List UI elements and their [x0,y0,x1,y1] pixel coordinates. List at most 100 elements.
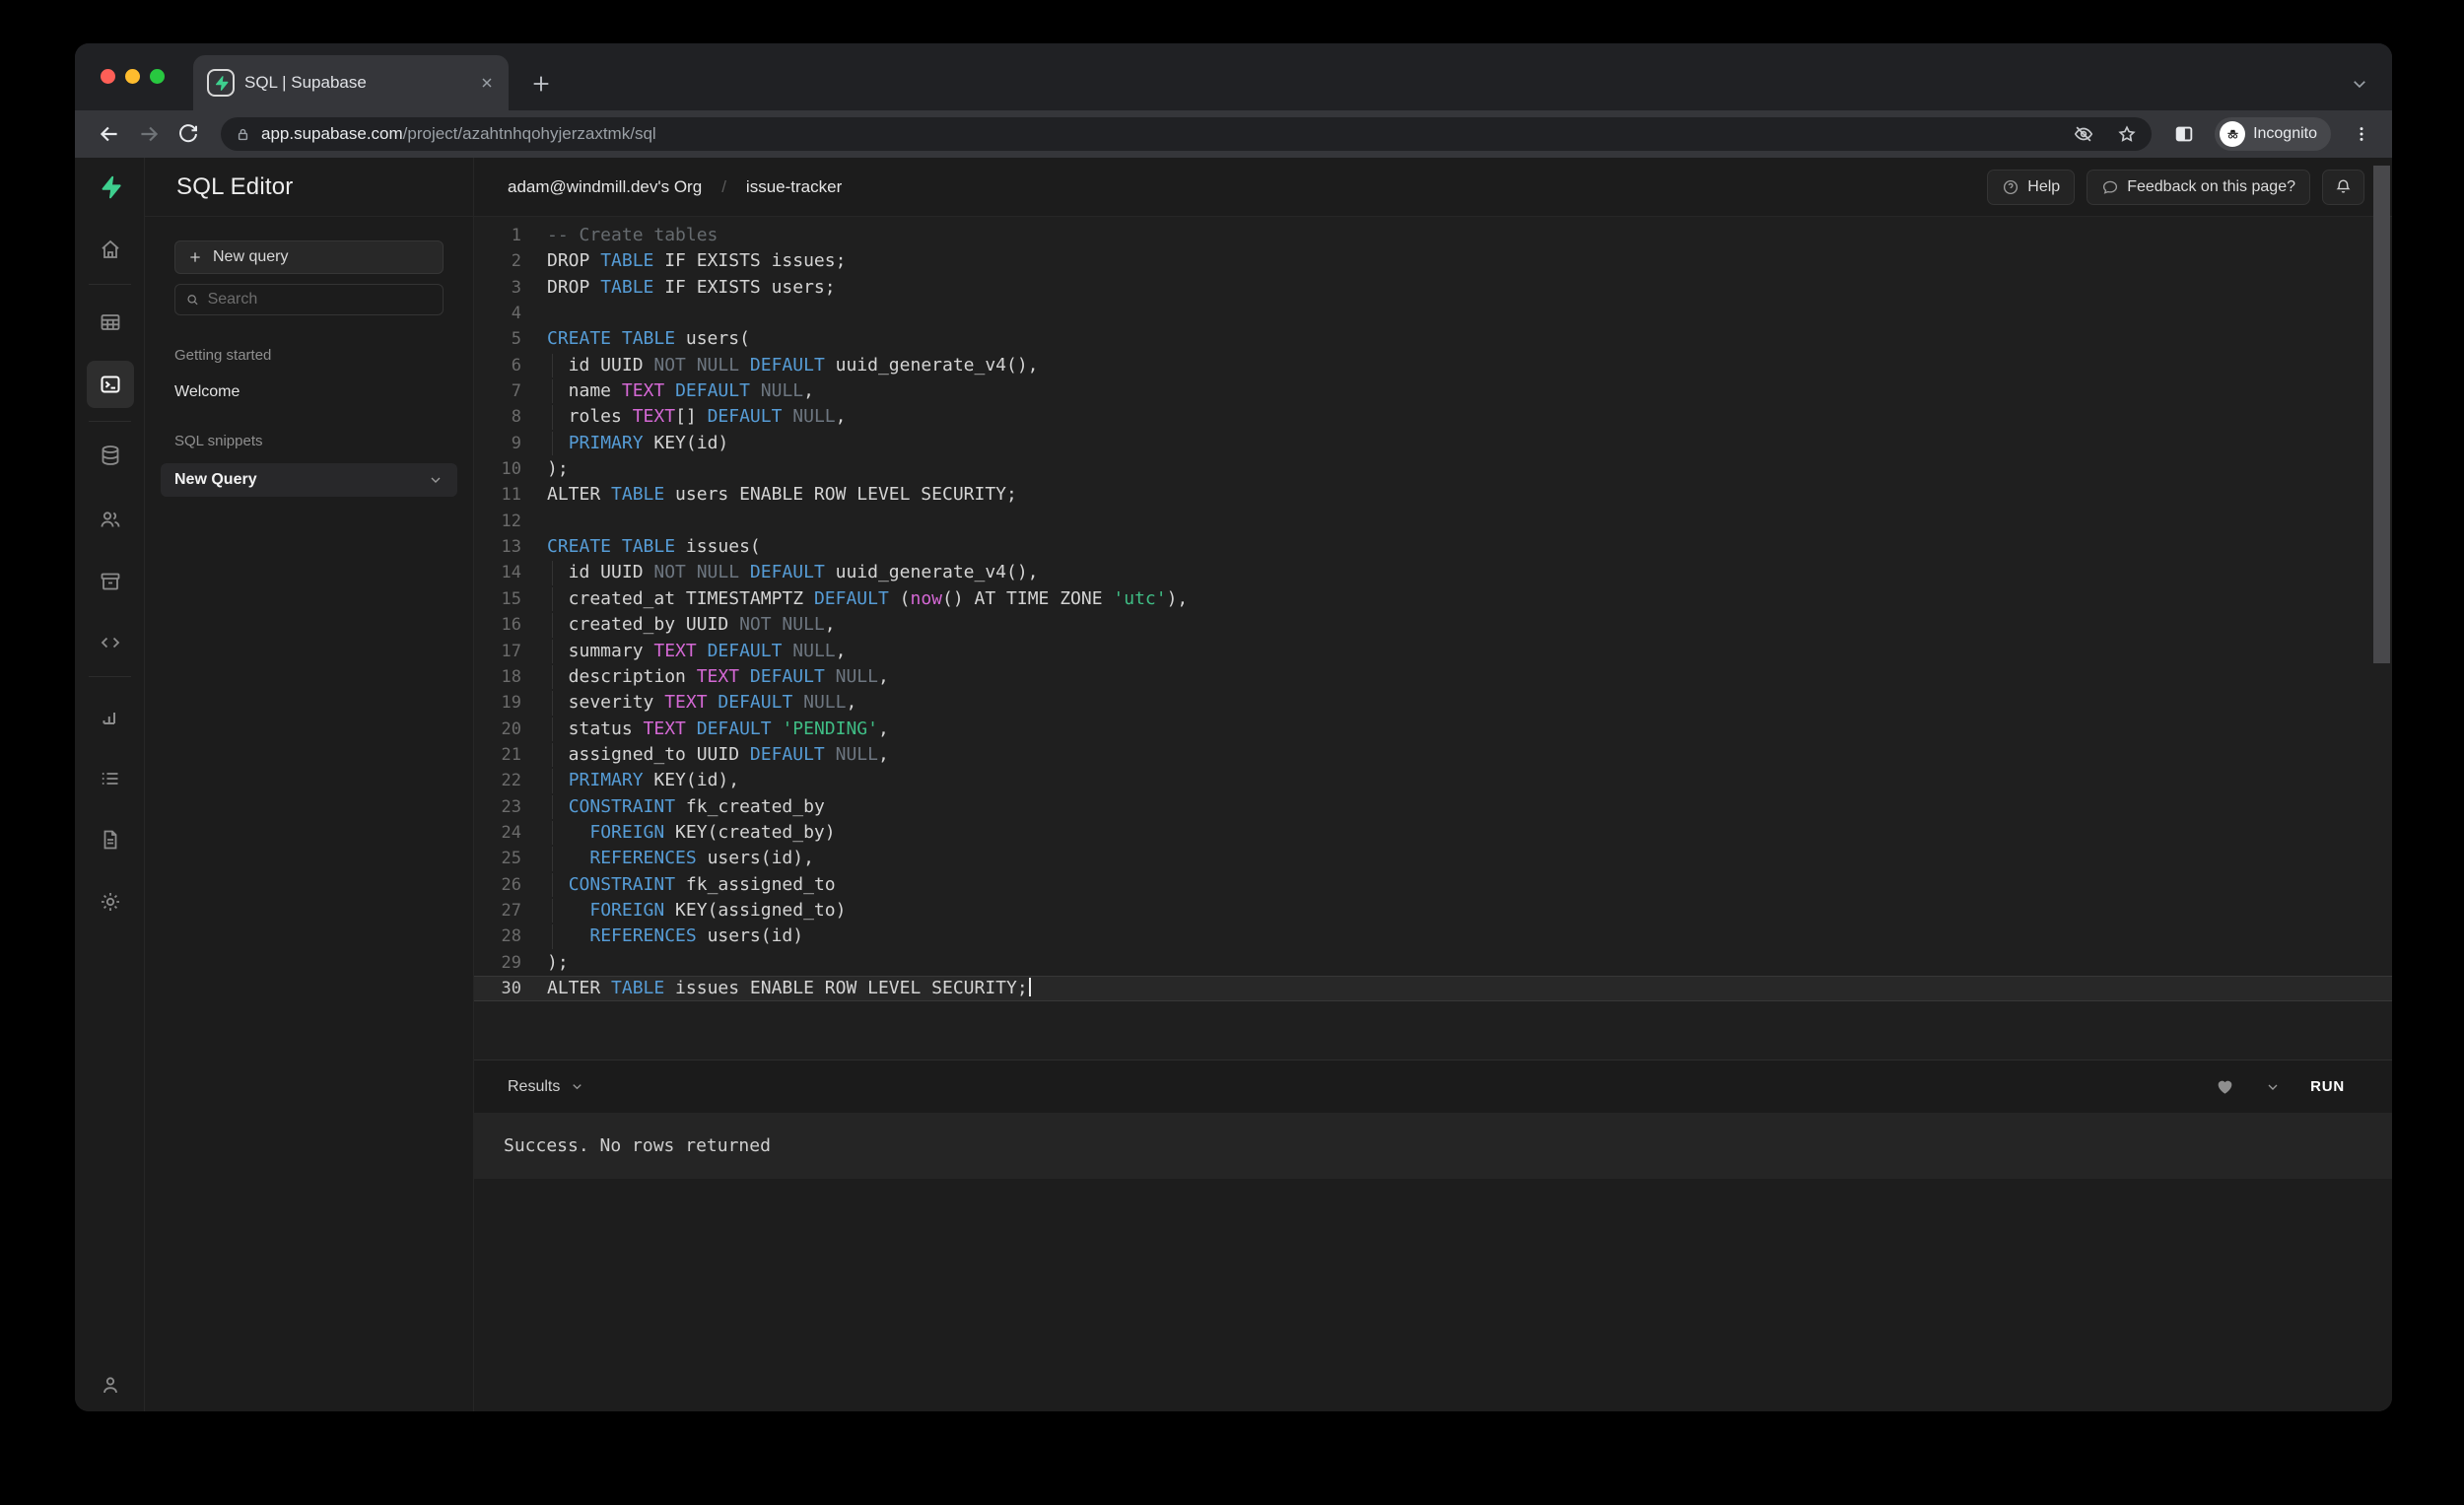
feedback-button[interactable]: Feedback on this page? [2087,170,2310,205]
database-icon[interactable] [87,432,134,479]
breadcrumb-project[interactable]: issue-tracker [746,177,842,197]
speech-bubble-icon [2101,178,2119,196]
breadcrumb-org[interactable]: adam@windmill.dev's Org [508,177,702,197]
sidebar-header: SQL Editor [145,158,473,217]
eye-off-icon[interactable] [2073,123,2094,145]
code-line[interactable]: 21 assigned_to UUID DEFAULT NULL, [474,742,2392,768]
code-line[interactable]: 5CREATE TABLE users( [474,326,2392,352]
code-line[interactable]: 13CREATE TABLE issues( [474,534,2392,560]
tab-search-chevron-icon[interactable] [2347,71,2372,97]
storage-icon[interactable] [87,558,134,605]
run-options-chevron-icon[interactable] [2265,1079,2281,1095]
back-icon[interactable] [93,117,126,151]
results-bar: Results RUN [474,1060,2392,1113]
code-line[interactable]: 7 name TEXT DEFAULT NULL, [474,378,2392,404]
table-editor-icon[interactable] [87,299,134,346]
code-line[interactable]: 29); [474,950,2392,976]
code-line[interactable]: 22 PRIMARY KEY(id), [474,768,2392,793]
url-text: app.supabase.com/project/azahtnhqohyjerz… [261,124,656,144]
page-title: SQL Editor [176,173,294,201]
sidebar-item-welcome[interactable]: Welcome [174,383,444,401]
breadcrumb: adam@windmill.dev's Org / issue-tracker [508,177,842,197]
section-getting-started: Getting started [174,347,444,364]
code-line[interactable]: 3DROP TABLE IF EXISTS users; [474,275,2392,301]
code-line[interactable]: 18 description TEXT DEFAULT NULL, [474,664,2392,690]
sql-editor-icon[interactable] [87,361,134,408]
code-line[interactable]: 30ALTER TABLE issues ENABLE ROW LEVEL SE… [474,976,2392,1001]
notifications-button[interactable] [2322,170,2364,205]
sidebar-item-new-query[interactable]: New Query [161,463,457,497]
help-button[interactable]: Help [1987,170,2075,205]
auth-users-icon[interactable] [87,496,134,543]
plus-icon [187,249,203,265]
code-line[interactable]: 17 summary TEXT DEFAULT NULL, [474,639,2392,664]
new-query-button[interactable]: New query [174,240,444,274]
close-window-button[interactable] [101,69,115,84]
nav-rail [75,158,145,1411]
code-line[interactable]: 16 created_by UUID NOT NULL, [474,612,2392,638]
code-line[interactable]: 23 CONSTRAINT fk_created_by [474,794,2392,820]
reports-icon[interactable] [87,693,134,740]
code-line[interactable]: 1-- Create tables [474,223,2392,248]
code-line[interactable]: 14 id UUID NOT NULL DEFAULT uuid_generat… [474,560,2392,585]
code-line[interactable]: 8 roles TEXT[] DEFAULT NULL, [474,404,2392,430]
docs-icon[interactable] [87,816,134,863]
search-icon [185,292,200,308]
api-code-icon[interactable] [87,619,134,666]
menu-dots-icon[interactable] [2345,117,2378,151]
incognito-badge[interactable]: Incognito [2215,117,2331,151]
results-dropdown[interactable]: Results [508,1078,584,1096]
settings-gear-icon[interactable] [87,878,134,925]
bookmark-star-icon[interactable] [2116,123,2138,145]
code-line[interactable]: 28 REFERENCES users(id) [474,924,2392,949]
run-button[interactable]: RUN [2310,1078,2345,1095]
home-icon[interactable] [87,226,134,273]
url-bar[interactable]: app.supabase.com/project/azahtnhqohyjerz… [221,117,2152,151]
browser-window: SQL | Supabase app.supabase.com/project/… [75,43,2392,1411]
code-line[interactable]: 20 status TEXT DEFAULT 'PENDING', [474,717,2392,742]
sql-editor[interactable]: 1-- Create tables2DROP TABLE IF EXISTS i… [474,217,2392,1060]
results-message-row: Success. No rows returned [474,1113,2392,1179]
minimize-window-button[interactable] [125,69,140,84]
scrollbar-thumb[interactable] [2373,166,2390,663]
browser-tab[interactable]: SQL | Supabase [193,55,509,110]
code-line[interactable]: 25 REFERENCES users(id), [474,846,2392,871]
help-circle-icon [2002,178,2019,196]
supabase-logo[interactable] [87,164,134,211]
tab-close-icon[interactable] [479,75,495,91]
zoom-window-button[interactable] [150,69,165,84]
search-box[interactable] [174,284,444,315]
code-line[interactable]: 24 FOREIGN KEY(created_by) [474,820,2392,846]
code-line[interactable]: 6 id UUID NOT NULL DEFAULT uuid_generate… [474,353,2392,378]
code-lines: 1-- Create tables2DROP TABLE IF EXISTS i… [474,223,2392,1001]
lock-icon [235,126,251,143]
logs-icon[interactable] [87,755,134,802]
favorite-heart-icon[interactable] [2215,1076,2235,1097]
code-line[interactable]: 26 CONSTRAINT fk_assigned_to [474,872,2392,898]
browser-toolbar: app.supabase.com/project/azahtnhqohyjerz… [75,110,2392,158]
profile-icon[interactable] [87,1361,134,1408]
window-controls [101,69,165,84]
forward-icon[interactable] [132,117,166,151]
code-line[interactable]: 19 severity TEXT DEFAULT NULL, [474,690,2392,716]
code-line[interactable]: 4 [474,301,2392,326]
code-line[interactable]: 27 FOREIGN KEY(assigned_to) [474,898,2392,924]
main-panel: adam@windmill.dev's Org / issue-tracker … [474,158,2392,1411]
chevron-down-icon [428,472,444,488]
code-line[interactable]: 15 created_at TIMESTAMPTZ DEFAULT (now()… [474,586,2392,612]
new-tab-button[interactable] [526,69,556,99]
code-line[interactable]: 11ALTER TABLE users ENABLE ROW LEVEL SEC… [474,482,2392,508]
bell-icon [2334,177,2353,196]
side-panel-icon[interactable] [2167,117,2201,151]
code-line[interactable]: 10); [474,456,2392,482]
supabase-favicon-icon [207,69,235,97]
section-sql-snippets: SQL snippets [174,433,444,449]
code-line[interactable]: 9 PRIMARY KEY(id) [474,431,2392,456]
incognito-icon [2220,121,2245,147]
chevron-down-icon [570,1079,584,1094]
code-line[interactable]: 2DROP TABLE IF EXISTS issues; [474,248,2392,274]
sidebar: SQL Editor New query Getting started Wel… [145,158,474,1411]
code-line[interactable]: 12 [474,509,2392,534]
reload-icon[interactable] [171,117,205,151]
search-input[interactable] [208,291,433,308]
